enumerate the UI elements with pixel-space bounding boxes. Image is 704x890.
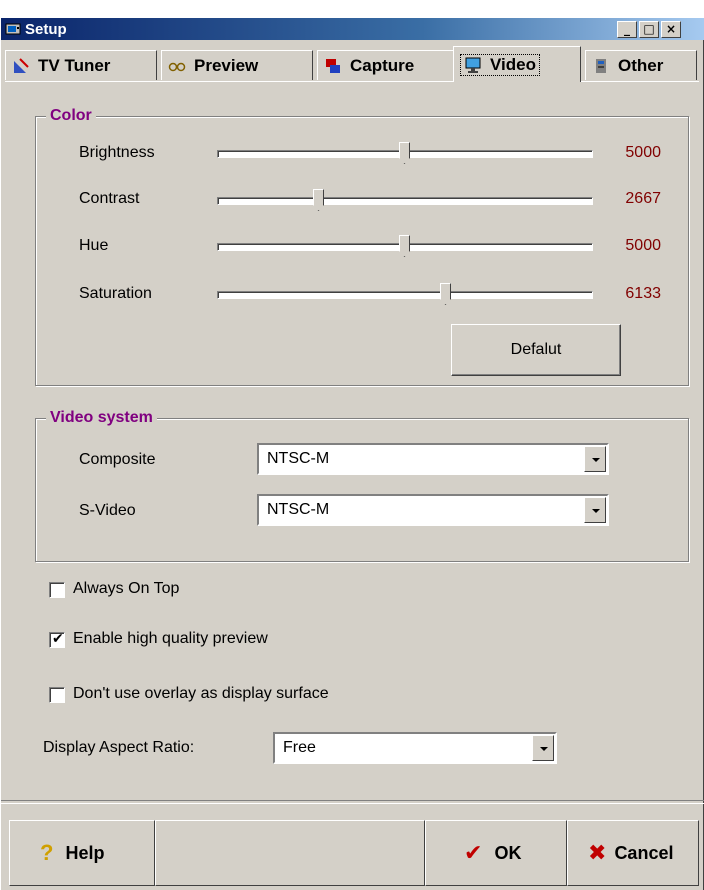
brightness-value: 5000 <box>625 144 661 161</box>
tab-focus-frame: Video <box>460 53 540 76</box>
aspect-ratio-label: Display Aspect Ratio: <box>43 739 195 756</box>
chevron-down-icon[interactable] <box>584 497 606 523</box>
tab-label: Capture <box>350 55 415 75</box>
window-title: Setup <box>25 21 67 38</box>
close-icon: ✖ <box>588 840 607 865</box>
no-overlay-checkbox[interactable] <box>49 687 65 703</box>
aspect-ratio-select[interactable]: Free <box>273 732 557 764</box>
contrast-track[interactable] <box>217 197 593 205</box>
question-icon: ? <box>40 840 54 865</box>
chevron-down-icon[interactable] <box>584 446 606 472</box>
brightness-label: Brightness <box>79 144 155 161</box>
cancel-button-label: Cancel <box>614 842 674 863</box>
high-quality-preview-label[interactable]: Enable high quality preview <box>73 630 268 648</box>
tab-video[interactable]: Video <box>453 46 581 82</box>
setup-window: Setup _ □ × TV Tuner Preview Capture Vid… <box>0 18 704 890</box>
composite-label: Composite <box>79 451 156 468</box>
composite-select[interactable]: NTSC-M <box>257 443 609 475</box>
svideo-select[interactable]: NTSC-M <box>257 494 609 526</box>
ok-button-label: OK <box>494 842 522 863</box>
title-bar[interactable]: Setup _ □ × <box>1 18 704 40</box>
saturation-label: Saturation <box>79 285 152 302</box>
tab-label: Other <box>618 55 664 75</box>
contrast-label: Contrast <box>79 190 140 207</box>
tab-preview[interactable]: Preview <box>161 50 313 80</box>
high-quality-preview-checkbox[interactable]: ✔ <box>49 630 65 648</box>
checkmark-icon: ✔ <box>52 630 64 646</box>
cancel-button[interactable]: ✖ Cancel <box>567 820 699 886</box>
tab-tv-tuner[interactable]: TV Tuner <box>5 50 157 80</box>
no-overlay-label[interactable]: Don't use overlay as display surface <box>73 685 329 703</box>
maximize-button[interactable]: □ <box>639 21 659 38</box>
contrast-value: 2667 <box>625 190 661 207</box>
tab-capture[interactable]: Capture <box>317 50 457 80</box>
help-button-label: Help <box>65 842 105 863</box>
app-icon <box>5 23 21 35</box>
minimize-button[interactable]: _ <box>617 21 637 38</box>
tab-label: TV Tuner <box>38 55 111 75</box>
glasses-icon <box>168 62 186 71</box>
aspect-ratio-value: Free <box>283 739 316 756</box>
composite-value: NTSC-M <box>267 450 330 467</box>
button-bar-separator <box>1 800 704 804</box>
svideo-label: S-Video <box>79 502 136 519</box>
video-system-group-title: Video system <box>46 409 157 427</box>
tab-label: Preview <box>194 55 259 75</box>
status-panel <box>155 820 425 886</box>
ok-button[interactable]: ✔ OK <box>425 820 567 886</box>
svideo-value: NTSC-M <box>267 501 330 518</box>
close-button[interactable]: × <box>661 21 681 38</box>
checkmark-icon: ✔ <box>464 840 483 865</box>
monitor-icon <box>465 57 481 73</box>
satellite-dish-icon <box>14 57 29 73</box>
saturation-track[interactable] <box>217 291 593 299</box>
always-on-top-label[interactable]: Always On Top <box>73 580 179 598</box>
always-on-top-checkbox[interactable] <box>49 582 65 598</box>
color-group-title: Color <box>46 107 96 125</box>
tab-panel-edge <box>5 81 699 82</box>
tools-icon <box>596 58 606 73</box>
video-system-group: Video system <box>35 409 689 562</box>
tab-label: Video <box>490 54 536 74</box>
default-button-label: Defalut <box>510 341 562 358</box>
default-button[interactable]: Defalut <box>451 324 621 376</box>
help-button[interactable]: ? Help <box>9 820 155 886</box>
hue-label: Hue <box>79 237 109 254</box>
tab-other[interactable]: Other <box>585 50 697 80</box>
minimize-icon: _ <box>624 22 630 36</box>
close-icon: × <box>665 22 677 36</box>
hue-value: 5000 <box>625 237 661 254</box>
saturation-value: 6133 <box>625 285 661 302</box>
capture-icon <box>326 58 340 73</box>
chevron-down-icon[interactable] <box>532 735 554 761</box>
maximize-icon: □ <box>643 22 655 36</box>
